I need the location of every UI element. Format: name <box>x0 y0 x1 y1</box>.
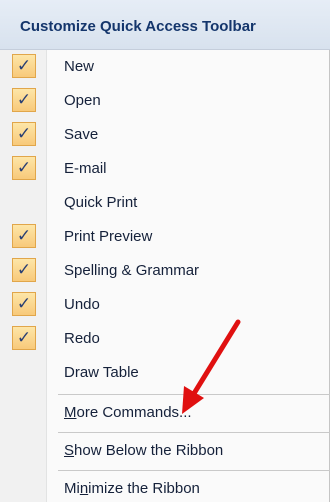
menu-item-label: Show Below the Ribbon <box>64 442 224 459</box>
customize-quick-access-toolbar-menu: Customize Quick Access Toolbar ✓ New ✓ O… <box>0 0 330 502</box>
menu-item-show-below-ribbon[interactable]: Show Below the Ribbon <box>0 434 329 468</box>
menu-item-quick-print[interactable]: Quick Print <box>0 186 329 220</box>
menu-item-draw-table[interactable]: Draw Table <box>0 356 329 390</box>
red-annotation-arrow-icon <box>182 319 241 414</box>
menu-item-label: Print Preview <box>64 228 153 245</box>
checkmark-icon: ✓ <box>12 54 36 78</box>
menu-item-label: Quick Print <box>64 194 138 211</box>
menu-item-label: Open <box>64 92 101 109</box>
checkmark-icon: ✓ <box>12 292 36 316</box>
menu-item-redo[interactable]: ✓ Redo <box>0 322 329 356</box>
menu-item-open[interactable]: ✓ Open <box>0 84 329 118</box>
menu-title: Customize Quick Access Toolbar <box>0 0 330 50</box>
menu-item-undo[interactable]: ✓ Undo <box>0 288 329 322</box>
menu-item-label: Draw Table <box>64 364 139 381</box>
menu-item-label: Save <box>64 126 99 143</box>
checkmark-icon: ✓ <box>12 156 36 180</box>
menu-item-save[interactable]: ✓ Save <box>0 118 329 152</box>
menu-item-print-preview[interactable]: ✓ Print Preview <box>0 220 329 254</box>
checkmark-icon: ✓ <box>12 88 36 112</box>
mnemonic-letter: M <box>64 404 77 421</box>
menu-item-label: New <box>64 58 95 75</box>
menu-item-email[interactable]: ✓ E-mail <box>0 152 329 186</box>
menu-item-label: E-mail <box>64 160 107 177</box>
mnemonic-letter: n <box>79 480 89 497</box>
menu-item-more-commands[interactable]: More Commands... <box>0 396 329 430</box>
menu-item-new[interactable]: ✓ New <box>0 50 329 84</box>
menu-item-minimize-ribbon[interactable]: Minimize the Ribbon <box>0 472 329 502</box>
checkmark-icon: ✓ <box>12 258 36 282</box>
menu-separator <box>58 470 330 471</box>
menu-item-label: Minimize the Ribbon <box>64 480 200 497</box>
menu-item-label: Undo <box>64 296 100 313</box>
checkmark-icon: ✓ <box>12 224 36 248</box>
menu-separator <box>58 432 330 433</box>
menu-item-label: Spelling & Grammar <box>64 262 200 279</box>
menu-item-spelling-grammar[interactable]: ✓ Spelling & Grammar <box>0 254 329 288</box>
menu-item-label: Redo <box>64 330 100 347</box>
checkmark-icon: ✓ <box>12 122 36 146</box>
checkmark-icon: ✓ <box>12 326 36 350</box>
mnemonic-letter: S <box>64 442 75 459</box>
